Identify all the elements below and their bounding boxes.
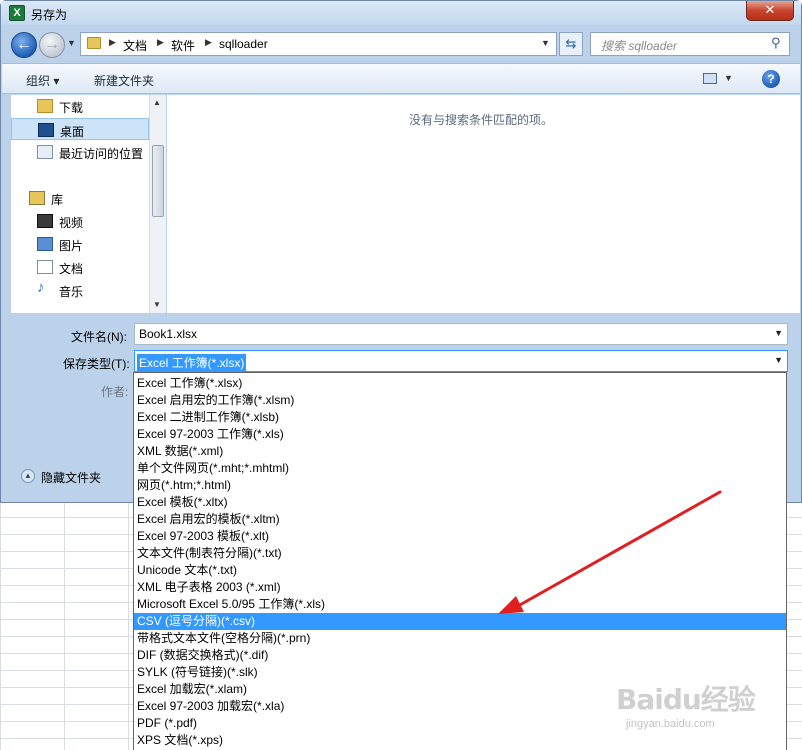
navigation-pane: 下载 桌面 最近访问的位置 库 视频 图片 文档 ♪ 音乐 ▲ ▼ xyxy=(11,95,166,313)
savetype-option[interactable]: 文本文件(制表符分隔)(*.txt) xyxy=(134,545,786,562)
watermark-url: jingyan.baidu.com xyxy=(626,718,715,730)
empty-results-message: 没有与搜索条件匹配的项。 xyxy=(409,113,554,127)
nav-item-recent-places[interactable]: 最近访问的位置 xyxy=(11,141,149,163)
desktop-icon xyxy=(38,123,54,137)
savetype-value: Excel 工作簿(*.xlsx) xyxy=(137,354,247,371)
chevron-down-icon[interactable]: ▼ xyxy=(774,328,783,338)
nav-item-music[interactable]: ♪ 音乐 xyxy=(11,279,149,301)
savetype-option[interactable]: Excel 工作簿(*.xlsx) xyxy=(134,375,786,392)
music-icon: ♪ xyxy=(37,279,45,296)
savetype-option[interactable]: Excel 启用宏的模板(*.xltm) xyxy=(134,511,786,528)
documents-icon xyxy=(37,260,53,274)
savetype-option[interactable]: Excel 97-2003 工作簿(*.xls) xyxy=(134,426,786,443)
close-button[interactable]: ✕ xyxy=(746,1,794,21)
filename-value: Book1.xlsx xyxy=(139,327,198,341)
author-label: 作者: xyxy=(101,385,129,399)
views-icon[interactable] xyxy=(703,73,717,84)
crumb-separator-icon[interactable]: ▶ xyxy=(205,37,212,48)
scrollbar-thumb[interactable] xyxy=(152,145,164,217)
folder-icon xyxy=(87,37,101,49)
nav-item-label: 桌面 xyxy=(60,125,85,139)
nav-item-downloads[interactable]: 下载 xyxy=(11,95,149,117)
crumb-separator-icon[interactable]: ▶ xyxy=(157,37,164,48)
nav-item-label: 下载 xyxy=(59,101,84,115)
breadcrumb-documents[interactable]: 文档 xyxy=(123,37,147,54)
collapse-chevron-icon: ▲ xyxy=(21,469,35,483)
savetype-label: 保存类型(T): xyxy=(63,357,130,371)
recent-pages-chevron-icon[interactable]: ▼ xyxy=(67,38,76,48)
savetype-option[interactable]: DIF (数据交换格式)(*.dif) xyxy=(134,647,786,664)
savetype-option[interactable]: CSV (逗号分隔)(*.csv) xyxy=(134,613,786,630)
savetype-select[interactable]: Excel 工作簿(*.xlsx) ▼ xyxy=(134,350,788,372)
breadcrumb-software[interactable]: 软件 xyxy=(171,37,195,54)
nav-item-label: 库 xyxy=(51,193,64,207)
savetype-option[interactable]: Unicode 文本(*.txt) xyxy=(134,562,786,579)
savetype-option[interactable]: Microsoft Excel 5.0/95 工作簿(*.xls) xyxy=(134,596,786,613)
search-icon[interactable]: ⚲ xyxy=(771,35,781,51)
window-title: 另存为 xyxy=(31,8,68,22)
address-bar[interactable]: ▶ 文档 ▶ 软件 ▶ sqlloader ▼ xyxy=(80,32,557,56)
scroll-up-icon[interactable]: ▲ xyxy=(153,98,161,107)
nav-item-label: 音乐 xyxy=(59,285,84,299)
recent-places-icon xyxy=(37,145,53,159)
address-row: ← → ▼ ▶ 文档 ▶ 软件 ▶ sqlloader ▼ ⇆ 搜索 sqllo… xyxy=(1,25,801,63)
savetype-option[interactable]: Excel 97-2003 模板(*.xlt) xyxy=(134,528,786,545)
nav-scrollbar[interactable]: ▲ ▼ xyxy=(149,95,166,313)
address-dropdown-icon[interactable]: ▼ xyxy=(541,38,550,48)
nav-item-desktop[interactable]: 桌面 xyxy=(11,118,149,140)
nav-item-label: 图片 xyxy=(59,239,84,253)
nav-item-libraries[interactable]: 库 xyxy=(11,187,149,209)
video-icon xyxy=(37,214,53,228)
download-folder-icon xyxy=(37,99,53,113)
savetype-option[interactable]: XML 数据(*.xml) xyxy=(134,443,786,460)
savetype-option[interactable]: Excel 启用宏的工作簿(*.xlsm) xyxy=(134,392,786,409)
help-icon[interactable]: ? xyxy=(762,70,780,88)
excel-app-icon: X xyxy=(9,5,25,21)
nav-item-documents[interactable]: 文档 xyxy=(11,256,149,278)
savetype-option[interactable]: XML 电子表格 2003 (*.xml) xyxy=(134,579,786,596)
watermark: Baidu经验 jingyan.baidu.com xyxy=(616,678,756,730)
savetype-option[interactable]: XPS 文档(*.xps) xyxy=(134,732,786,749)
breadcrumb-sqlloader[interactable]: sqlloader xyxy=(219,37,268,51)
views-dropdown-icon[interactable]: ▼ xyxy=(724,73,733,83)
title-bar[interactable]: X 另存为 ✕ xyxy=(1,1,801,25)
savetype-option[interactable]: 带格式文本文件(空格分隔)(*.prn) xyxy=(134,630,786,647)
file-list-pane[interactable]: 没有与搜索条件匹配的项。 xyxy=(167,95,800,313)
search-input[interactable]: 搜索 sqlloader ⚲ xyxy=(590,32,790,56)
back-button[interactable]: ← xyxy=(11,32,37,58)
filename-label: 文件名(N): xyxy=(71,330,127,344)
organize-button[interactable]: 组织 ▾ xyxy=(26,72,59,89)
new-folder-button[interactable]: 新建文件夹 xyxy=(94,72,154,89)
savetype-option[interactable]: 单个文件网页(*.mht;*.mhtml) xyxy=(134,460,786,477)
library-icon xyxy=(29,191,45,205)
nav-item-label: 视频 xyxy=(59,216,84,230)
forward-button[interactable]: → xyxy=(39,32,65,58)
nav-item-videos[interactable]: 视频 xyxy=(11,210,149,232)
nav-item-label: 文档 xyxy=(59,262,84,276)
chevron-down-icon[interactable]: ▼ xyxy=(774,355,783,365)
command-toolbar: 组织 ▾ 新建文件夹 ▼ ? xyxy=(2,63,800,94)
hide-folders-label: 隐藏文件夹 xyxy=(41,471,102,485)
nav-item-label: 最近访问的位置 xyxy=(59,147,144,161)
scroll-down-icon[interactable]: ▼ xyxy=(153,300,161,309)
pictures-icon xyxy=(37,237,53,251)
search-placeholder: 搜索 sqlloader xyxy=(601,39,678,53)
savetype-option[interactable]: Excel 模板(*.xltx) xyxy=(134,494,786,511)
crumb-separator-icon[interactable]: ▶ xyxy=(109,37,116,48)
savetype-option[interactable]: Excel 二进制工作簿(*.xlsb) xyxy=(134,409,786,426)
filename-field[interactable]: Book1.xlsx ▼ xyxy=(134,323,788,345)
refresh-button[interactable]: ⇆ xyxy=(559,32,583,56)
nav-item-pictures[interactable]: 图片 xyxy=(11,233,149,255)
watermark-logo: Baidu经验 xyxy=(616,683,756,716)
savetype-option[interactable]: 网页(*.htm;*.html) xyxy=(134,477,786,494)
